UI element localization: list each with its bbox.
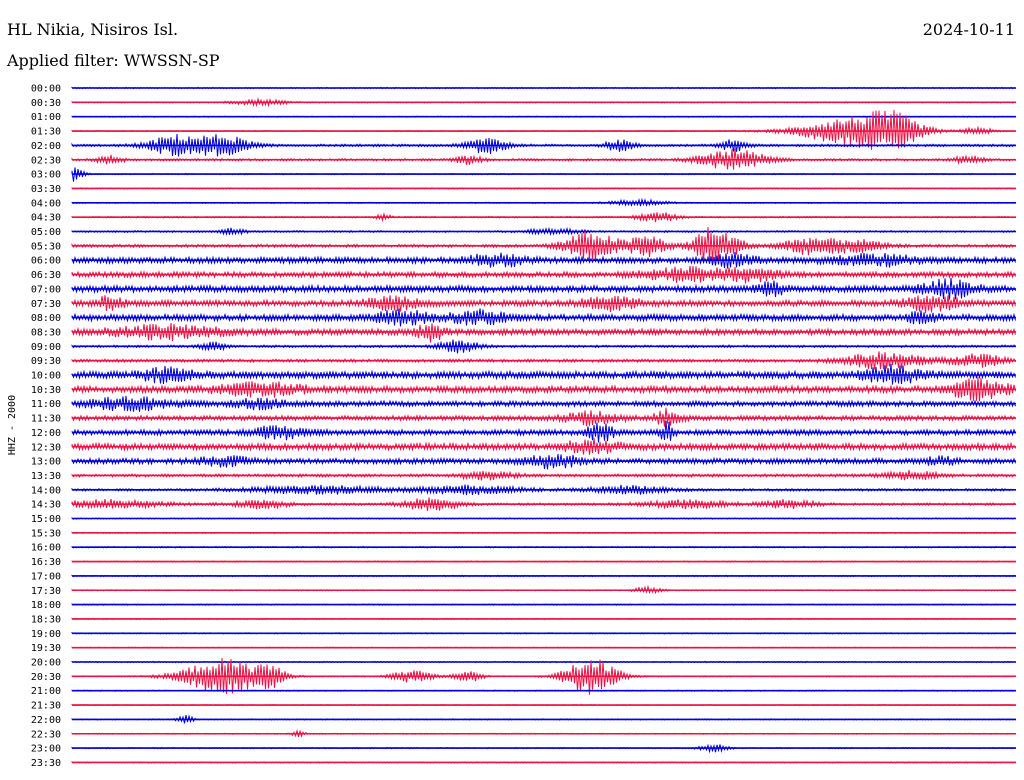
time-label: 08:00 (31, 313, 61, 324)
y-axis-label: HHZ - 2000 (7, 395, 18, 455)
time-label: 11:00 (31, 399, 61, 410)
time-label: 00:30 (31, 98, 61, 109)
time-label: 20:00 (31, 658, 61, 669)
time-label: 20:30 (31, 672, 61, 683)
time-label: 02:30 (31, 155, 61, 166)
time-label: 18:30 (31, 614, 61, 625)
time-label: 04:00 (31, 198, 61, 209)
time-label: 19:00 (31, 629, 61, 640)
trace-0730 (71, 295, 1016, 314)
time-label: 09:30 (31, 356, 61, 367)
time-label: 10:30 (31, 385, 61, 396)
time-label: 15:00 (31, 514, 61, 525)
time-label: 14:00 (31, 485, 61, 496)
time-label: 17:30 (31, 586, 61, 597)
time-label: 23:30 (31, 758, 61, 769)
time-label: 21:00 (31, 686, 61, 697)
time-label: 13:00 (31, 457, 61, 468)
time-label: 01:30 (31, 127, 61, 138)
time-label: 00:00 (31, 84, 61, 95)
time-label: 13:30 (31, 471, 61, 482)
time-label: 03:30 (31, 184, 61, 195)
trace-1130 (71, 407, 1016, 427)
time-label: 10:00 (31, 371, 61, 382)
time-label: 05:00 (31, 227, 61, 238)
time-label: 02:00 (31, 141, 61, 152)
time-label: 21:30 (31, 701, 61, 712)
time-label: 22:30 (31, 729, 61, 740)
time-label: 18:00 (31, 600, 61, 611)
time-label: 08:30 (31, 327, 61, 338)
time-label: 17:00 (31, 571, 61, 582)
traces-group (71, 86, 1016, 764)
time-label: 05:30 (31, 241, 61, 252)
time-label: 12:00 (31, 428, 61, 439)
helicorder-plot: 00:00 00:30 01:00 01:30 02:00 02:30 03:00 03:30… (7, 84, 1016, 769)
time-label: 03:00 (31, 170, 61, 181)
time-label: 22:00 (31, 715, 61, 726)
time-label: 23:00 (31, 744, 61, 755)
time-label: 16:00 (31, 543, 61, 554)
time-label: 06:00 (31, 256, 61, 267)
time-label: 16:30 (31, 557, 61, 568)
time-label: 06:30 (31, 270, 61, 281)
time-label: 04:30 (31, 213, 61, 224)
time-label: 01:00 (31, 112, 61, 123)
time-label: 15:30 (31, 528, 61, 539)
time-label: 11:30 (31, 414, 61, 425)
time-label: 07:30 (31, 299, 61, 310)
time-label: 14:30 (31, 500, 61, 511)
time-label: 12:30 (31, 442, 61, 453)
time-label: 19:30 (31, 643, 61, 654)
time-label: 07:00 (31, 284, 61, 295)
time-labels-group: 00:00 00:30 01:00 01:30 02:00 02:30 03:00 03:30… (31, 84, 61, 769)
time-label: 09:00 (31, 342, 61, 353)
